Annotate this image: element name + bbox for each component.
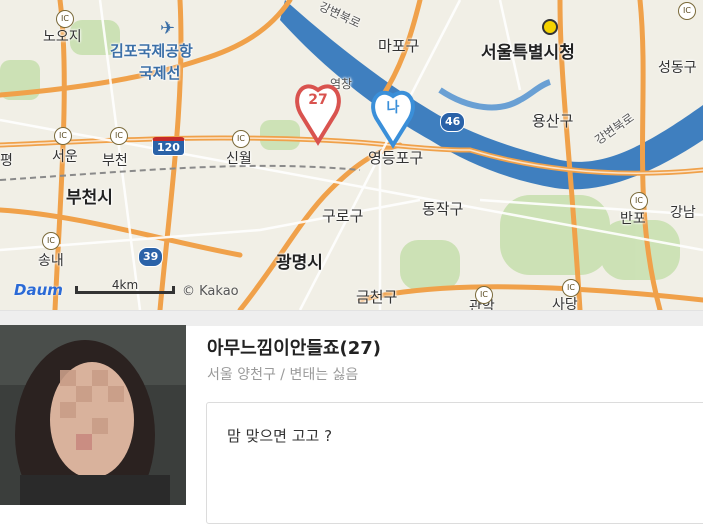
airplane-icon: ✈ bbox=[160, 18, 176, 39]
scale-label: 4km bbox=[111, 278, 139, 292]
ic-marker-icon: IC bbox=[42, 232, 60, 250]
my-location-pin[interactable]: 나 bbox=[370, 83, 416, 149]
label-gwangmyeong-si: 광명시 bbox=[276, 253, 323, 273]
label-geumcheon-gu: 금천구 bbox=[356, 288, 398, 306]
label-yeongdeungpo-gu: 영등포구 bbox=[368, 149, 424, 167]
user-location-pin[interactable]: 27 bbox=[294, 76, 342, 146]
route-shield: 39 bbox=[138, 247, 164, 267]
avatar bbox=[0, 325, 186, 505]
label-banpo: 반포 bbox=[620, 211, 646, 227]
profile-photo[interactable] bbox=[0, 325, 186, 505]
map-copyright: © Kakao bbox=[182, 284, 239, 299]
label-dongjak-gu: 동작구 bbox=[422, 200, 464, 218]
route-shield: 120 bbox=[152, 137, 185, 156]
city-hall-marker-icon bbox=[542, 19, 558, 35]
label-pyeong: 평 bbox=[0, 153, 13, 169]
ic-marker-icon: IC bbox=[630, 192, 648, 210]
user-pin-age: 27 bbox=[308, 92, 328, 108]
ic-marker-icon: IC bbox=[232, 130, 250, 148]
label-gimpo-airport: 김포국제공항 bbox=[110, 42, 193, 60]
label-bucheon: 부천 bbox=[102, 153, 128, 169]
ic-marker-icon: IC bbox=[475, 286, 493, 304]
ic-marker-icon: IC bbox=[54, 127, 72, 145]
section-divider bbox=[0, 310, 703, 326]
map-view[interactable]: 서울특별시청 김포국제공항 국제선 ✈ 부천시 광명시 마포구 용산구 영등포구… bbox=[0, 0, 703, 310]
ic-marker-icon: IC bbox=[56, 10, 74, 28]
route-shield: 46 bbox=[440, 112, 466, 132]
label-sinwol: 신월 bbox=[226, 151, 252, 167]
label-mapo-gu: 마포구 bbox=[378, 37, 420, 55]
label-bucheon-si: 부천시 bbox=[66, 188, 113, 208]
message-bubble: 맘 맞으면 고고 ? bbox=[206, 402, 703, 524]
label-guro-gu: 구로구 bbox=[322, 207, 364, 225]
map-scale: 4km bbox=[75, 278, 175, 296]
label-gangnam: 강남 bbox=[670, 205, 696, 221]
message-text: 맘 맞으면 고고 ? bbox=[227, 427, 333, 445]
han-river bbox=[280, 0, 703, 190]
ic-marker-icon: IC bbox=[110, 127, 128, 145]
label-seongdong: 성동구 bbox=[658, 60, 697, 76]
label-seoul-city-hall: 서울특별시청 bbox=[481, 43, 575, 63]
label-seoun: 서운 bbox=[52, 149, 78, 165]
heart-pin-icon bbox=[295, 84, 341, 146]
ic-marker-icon: IC bbox=[562, 279, 580, 297]
my-pin-label: 나 bbox=[386, 100, 400, 116]
label-noji: 노오지 bbox=[43, 29, 82, 45]
daum-logo: Daum bbox=[14, 281, 63, 299]
label-yongsan-gu: 용산구 bbox=[532, 112, 574, 130]
profile-name: 아무느낌이안들죠(27) bbox=[207, 338, 381, 359]
ic-marker-icon: IC bbox=[678, 2, 696, 20]
profile-location: 서울 양천구 / 변태는 싫음 bbox=[207, 367, 359, 383]
label-songnae: 송내 bbox=[38, 253, 64, 269]
label-gimpo-international: 국제선 bbox=[139, 64, 181, 82]
